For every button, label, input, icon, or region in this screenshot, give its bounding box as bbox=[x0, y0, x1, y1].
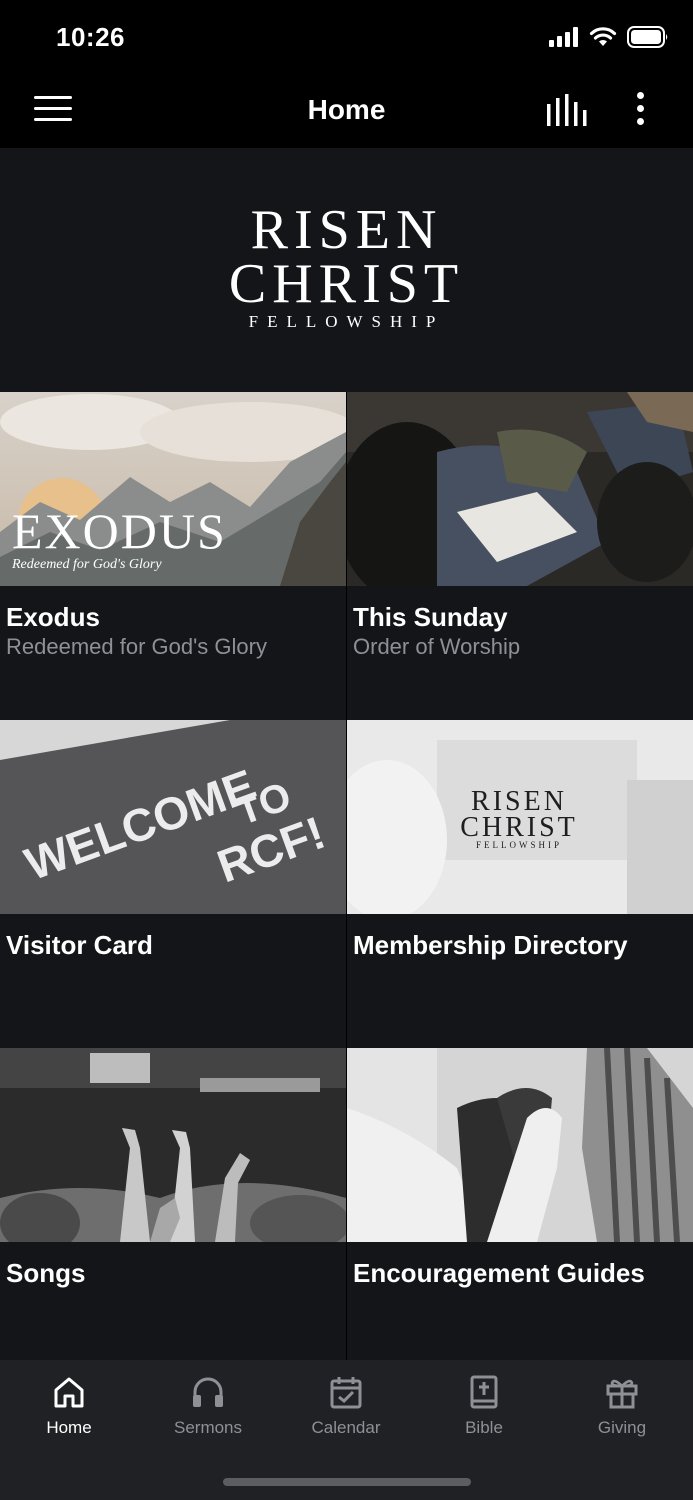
tile-subtitle: Redeemed for God's Glory bbox=[6, 634, 267, 659]
logo-text-fellowship: FELLOWSHIP bbox=[248, 312, 445, 331]
tile-visitor-card[interactable]: WELCOME TO RCF! Visitor Card bbox=[0, 720, 346, 1048]
holding-hands-photo bbox=[347, 1048, 693, 1242]
membership-logo-image: RISEN CHRIST FELLOWSHIP bbox=[347, 720, 693, 914]
status-bar: 10:26 bbox=[0, 0, 693, 76]
tile-encouragement-guides[interactable]: Encouragement Guides bbox=[347, 1048, 693, 1376]
tile-subtitle: Order of Worship bbox=[353, 634, 521, 659]
home-indicator bbox=[223, 1478, 471, 1486]
tab-giving[interactable]: Giving bbox=[553, 1374, 691, 1450]
tile-title: Exodus bbox=[6, 602, 100, 632]
status-time: 10:26 bbox=[56, 22, 125, 52]
nav-bar: Home bbox=[0, 76, 693, 148]
exodus-image-title: EXODUS bbox=[12, 503, 227, 559]
tab-calendar[interactable]: Calendar bbox=[277, 1374, 415, 1450]
membership-logo-christ: CHRIST bbox=[460, 812, 578, 843]
tile-title: Encouragement Guides bbox=[353, 1258, 645, 1288]
tab-label: Bible bbox=[465, 1418, 503, 1437]
wifi-icon bbox=[589, 27, 617, 46]
gift-icon bbox=[606, 1379, 638, 1409]
welcome-card-image: WELCOME TO RCF! bbox=[0, 720, 346, 914]
membership-logo-fellowship: FELLOWSHIP bbox=[476, 840, 562, 850]
exodus-series-image: EXODUS Redeemed for God's Glory bbox=[0, 392, 346, 586]
calendar-check-icon bbox=[330, 1377, 362, 1409]
tab-home[interactable]: Home bbox=[0, 1374, 138, 1450]
church-logo-banner: RISEN CHRIST FELLOWSHIP bbox=[0, 148, 693, 392]
status-icons bbox=[549, 26, 669, 48]
bible-icon bbox=[470, 1375, 498, 1409]
tab-label: Sermons bbox=[173, 1418, 243, 1437]
tile-title: Membership Directory bbox=[353, 930, 628, 960]
home-icon bbox=[54, 1377, 84, 1408]
more-options-icon[interactable] bbox=[634, 92, 646, 130]
tab-label: Giving bbox=[597, 1418, 647, 1437]
tab-sermons[interactable]: Sermons bbox=[139, 1374, 277, 1450]
tile-songs[interactable]: Songs bbox=[0, 1048, 346, 1376]
tab-bible[interactable]: Bible bbox=[415, 1374, 553, 1450]
logo-text-risen: RISEN bbox=[250, 199, 443, 261]
tab-label: Calendar bbox=[311, 1418, 381, 1437]
tab-label: Home bbox=[46, 1418, 92, 1437]
cellular-signal-icon bbox=[549, 27, 578, 47]
page-title: Home bbox=[307, 94, 386, 125]
battery-icon bbox=[627, 26, 668, 48]
logo-text-christ: CHRIST bbox=[228, 253, 465, 315]
worship-photo bbox=[347, 392, 693, 586]
headphones-icon bbox=[193, 1377, 223, 1407]
tile-title: Songs bbox=[6, 1258, 86, 1288]
tile-exodus[interactable]: EXODUS Redeemed for God's Glory Exodus R… bbox=[0, 392, 346, 720]
tile-title: This Sunday bbox=[353, 602, 508, 632]
exodus-image-subtitle: Redeemed for God's Glory bbox=[11, 557, 162, 572]
tile-membership-directory[interactable]: RISEN CHRIST FELLOWSHIP Membership Direc… bbox=[347, 720, 693, 1048]
tile-this-sunday[interactable]: This Sunday Order of Worship bbox=[347, 392, 693, 720]
worship-crowd-photo bbox=[0, 1048, 346, 1242]
tile-title: Visitor Card bbox=[6, 930, 153, 960]
audio-bars-icon[interactable] bbox=[544, 94, 588, 128]
